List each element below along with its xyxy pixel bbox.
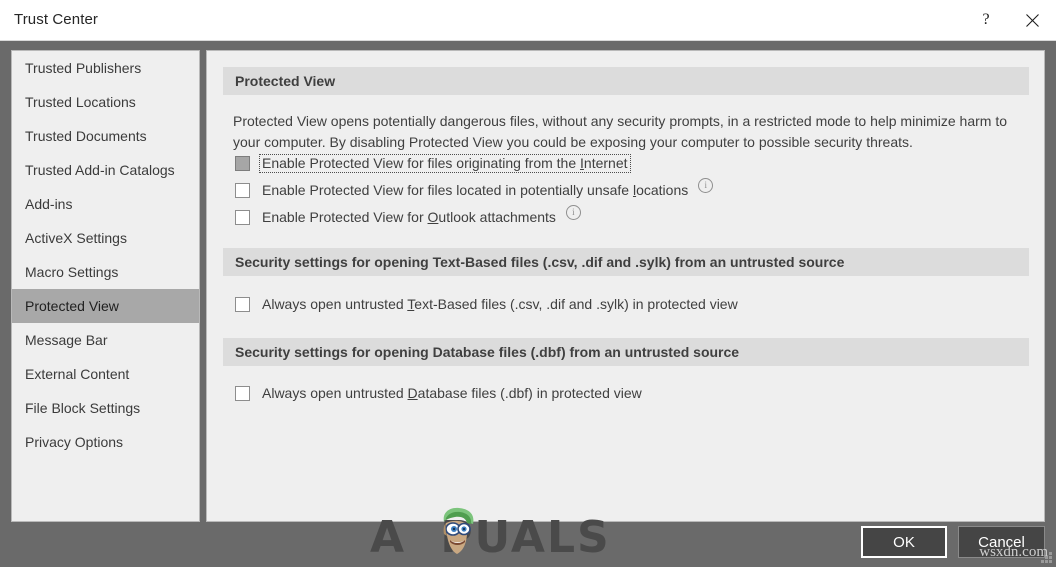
checkbox-label-text-based-files: Always open untrusted Text-Based files (… (259, 295, 741, 314)
label-text-rest: atabase files (.dbf) in protected view (417, 385, 642, 401)
checkbox-row-unsafe-locations[interactable]: Enable Protected View for files located … (235, 178, 714, 200)
label-accel: O (427, 209, 439, 225)
checkbox-row-database-files[interactable]: Always open untrusted Database files (.d… (235, 384, 645, 403)
close-button[interactable] (1009, 0, 1055, 40)
section-header-text-based-files: Security settings for opening Text-Based… (223, 248, 1029, 276)
checkbox-enable-protected-view-internet[interactable] (235, 156, 250, 171)
settings-panel: Protected View Protected View opens pote… (206, 50, 1045, 522)
window-title: Trust Center (14, 11, 99, 28)
sidebar-item-trusted-locations[interactable]: Trusted Locations (12, 85, 199, 119)
label-text-rest: utlook attachments (438, 209, 556, 225)
checkbox-label-database-files: Always open untrusted Database files (.d… (259, 384, 645, 403)
checkbox-label-unsafe-locations: Enable Protected View for files located … (259, 181, 691, 200)
label-text: Enable Protected View for files originat… (262, 155, 581, 171)
label-accel: D (407, 385, 418, 401)
sidebar-item-label: Trusted Publishers (25, 60, 142, 76)
question-mark-icon: ? (982, 11, 990, 28)
sidebar-item-label: External Content (25, 366, 130, 382)
sidebar-item-external-content[interactable]: External Content (12, 357, 199, 391)
sidebar-item-label: File Block Settings (25, 400, 141, 416)
label-text-rest: ext-Based files (.csv, .dif and .sylk) i… (414, 296, 738, 312)
info-icon[interactable]: i (698, 178, 714, 193)
label-text: Enable Protected View for files located … (262, 182, 633, 198)
sidebar-item-label: Macro Settings (25, 264, 119, 280)
sidebar-item-label: Privacy Options (25, 434, 124, 450)
label-text: Always open untrusted (262, 296, 408, 312)
sidebar-item-trusted-add-in-catalogs[interactable]: Trusted Add-in Catalogs (12, 153, 199, 187)
checkbox-row-outlook-attachments[interactable]: Enable Protected View for Outlook attach… (235, 205, 581, 227)
help-button[interactable]: ? (963, 0, 1009, 40)
category-sidebar: Trusted Publishers Trusted Locations Tru… (11, 50, 200, 522)
sidebar-item-label: Add-ins (25, 196, 73, 212)
sidebar-item-label: ActiveX Settings (25, 230, 127, 246)
checkbox-enable-protected-view-unsafe-locations[interactable] (235, 183, 250, 198)
ok-button[interactable]: OK (861, 526, 947, 558)
sidebar-item-protected-view[interactable]: Protected View (12, 289, 199, 323)
sidebar-item-label: Trusted Documents (25, 128, 147, 144)
sidebar-item-macro-settings[interactable]: Macro Settings (12, 255, 199, 289)
sidebar-item-label: Trusted Add-in Catalogs (25, 162, 175, 178)
cancel-button[interactable]: Cancel (958, 526, 1045, 558)
label-text-rest: nternet (583, 155, 628, 171)
checkbox-label-outlook-attachments: Enable Protected View for Outlook attach… (259, 208, 559, 227)
checkbox-label-internet: Enable Protected View for files originat… (259, 154, 631, 173)
checkbox-always-open-untrusted-text-based[interactable] (235, 297, 250, 312)
sidebar-item-trusted-documents[interactable]: Trusted Documents (12, 119, 199, 153)
window-title-bar: Trust Center ? (0, 0, 1056, 41)
sidebar-item-message-bar[interactable]: Message Bar (12, 323, 199, 357)
label-text: Enable Protected View for (262, 209, 428, 225)
protected-view-description: Protected View opens potentially dangero… (233, 113, 1008, 150)
section-header-database-files: Security settings for opening Database f… (223, 338, 1029, 366)
sidebar-item-label: Trusted Locations (25, 94, 136, 110)
dialog-body: Trusted Publishers Trusted Locations Tru… (0, 41, 1056, 567)
sidebar-item-label: Protected View (25, 298, 119, 314)
trust-center-dialog: Trust Center ? Trusted Publishers Truste… (0, 0, 1056, 567)
checkbox-row-text-based-files[interactable]: Always open untrusted Text-Based files (… (235, 295, 741, 314)
sidebar-item-add-ins[interactable]: Add-ins (12, 187, 199, 221)
close-x-icon (1025, 13, 1039, 27)
checkbox-always-open-untrusted-database[interactable] (235, 386, 250, 401)
label-text: Always open untrusted (262, 385, 408, 401)
label-text-rest: ocations (636, 182, 689, 198)
sidebar-item-label: Message Bar (25, 332, 108, 348)
checkbox-row-internet[interactable]: Enable Protected View for files originat… (235, 154, 631, 173)
info-icon[interactable]: i (565, 205, 581, 220)
checkbox-enable-protected-view-outlook[interactable] (235, 210, 250, 225)
sidebar-item-trusted-publishers[interactable]: Trusted Publishers (12, 51, 199, 85)
section-header-protected-view: Protected View (223, 67, 1029, 95)
sidebar-item-file-block-settings[interactable]: File Block Settings (12, 391, 199, 425)
sidebar-item-privacy-options[interactable]: Privacy Options (12, 425, 199, 459)
sidebar-item-activex-settings[interactable]: ActiveX Settings (12, 221, 199, 255)
